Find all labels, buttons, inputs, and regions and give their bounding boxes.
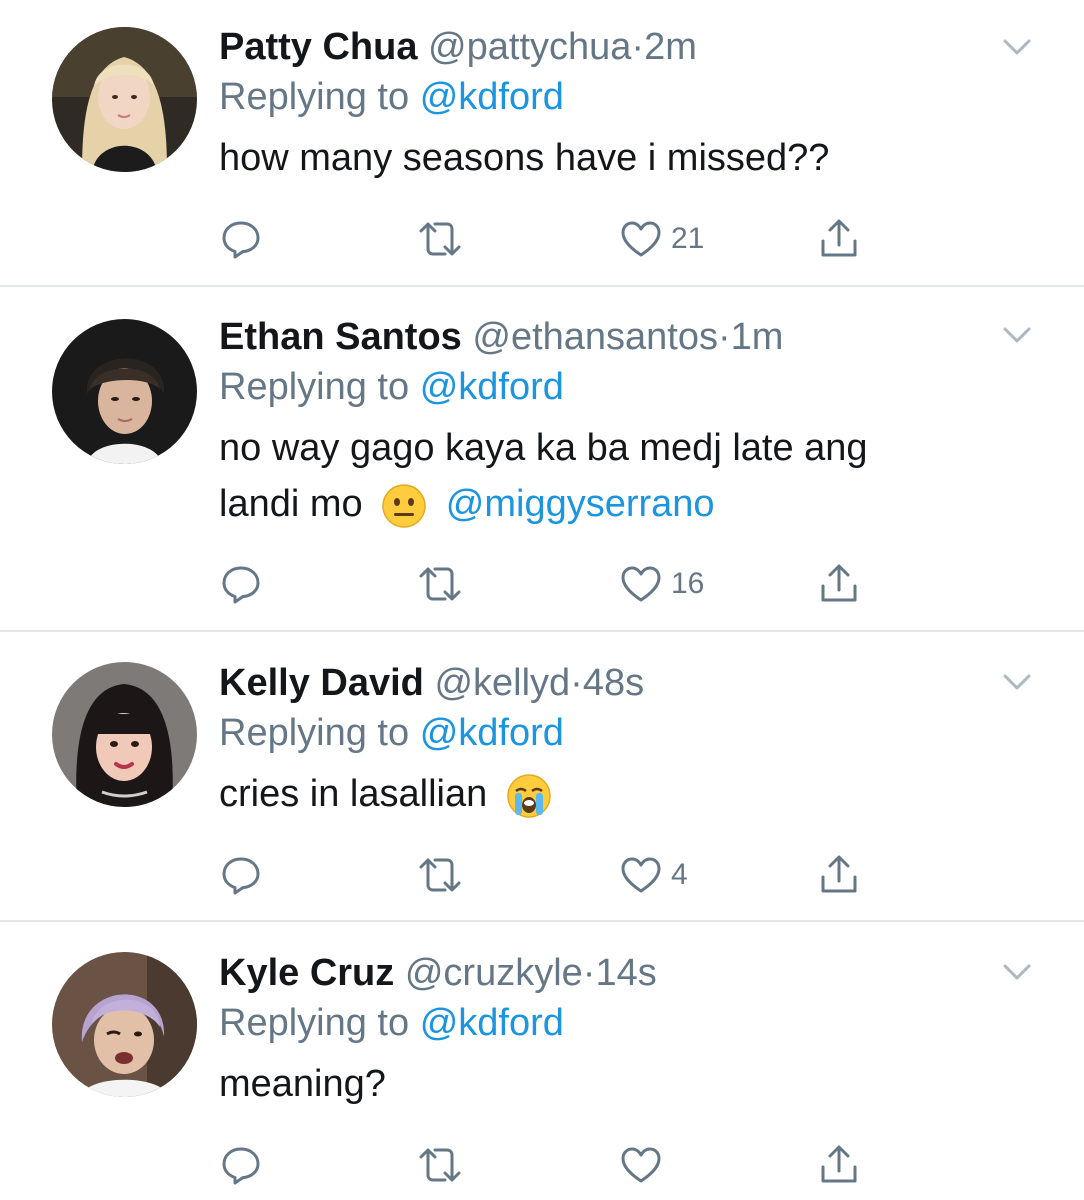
reply-tweet[interactable]: Ethan Santos @ethansantos·1m Replying to… [0,287,1084,632]
share-button[interactable] [817,1143,861,1187]
timestamp[interactable]: 1m [731,316,784,358]
display-name[interactable]: Kelly David [219,662,424,704]
share-button[interactable] [817,853,861,897]
timestamp[interactable]: 14s [595,952,656,994]
separator-dot: · [631,26,645,68]
retweet-icon [415,217,465,261]
reply-button[interactable] [219,562,263,606]
tweet-header: Patty Chua @pattychua·2m [219,24,1004,70]
tweet-text: meaning? [219,1063,386,1105]
heart-icon [619,853,663,897]
share-button[interactable] [817,217,861,261]
avatar[interactable] [52,27,197,172]
replying-to-mention[interactable]: @kdford [420,366,564,408]
like-count: 16 [671,567,705,600]
chevron-down-icon[interactable] [1002,325,1032,345]
reply-icon [219,217,263,261]
tweet-actions [219,1143,879,1187]
heart-icon [619,217,663,261]
share-icon [817,853,861,897]
avatar[interactable] [52,319,197,464]
replying-to-mention[interactable]: @kdford [420,1002,564,1044]
like-button[interactable]: 21 [619,217,704,261]
user-handle[interactable]: @cruzkyle [405,952,583,994]
like-count: 4 [671,858,688,891]
avatar[interactable] [52,662,197,807]
like-button[interactable]: 4 [619,853,688,897]
heart-icon [619,562,663,606]
tweet-header: Kyle Cruz @cruzkyle·14s [219,950,1004,996]
user-handle[interactable]: @kellyd [434,662,570,704]
tweet-text: cries in lasallian [219,766,1004,822]
replying-to-label: Replying to [219,712,410,754]
replying-to-mention[interactable]: @kdford [420,76,564,118]
like-button[interactable]: 16 [619,562,704,606]
reply-icon [219,562,263,606]
tweet-actions: 16 [219,562,879,606]
share-button[interactable] [817,562,861,606]
tweet-text-fragment: cries in lasallian [219,773,488,815]
user-handle[interactable]: @ethansantos [472,316,718,358]
like-count: 21 [671,222,705,255]
separator-dot: · [718,316,731,358]
replying-to: Replying to @kdford [219,70,1004,124]
tweet-text-line: no way gago kaya ka ba medj late ang [219,427,868,469]
chevron-down-icon[interactable] [1002,672,1032,692]
replying-to: Replying to @kdford [219,996,1004,1050]
replying-to: Replying to @kdford [219,706,1004,760]
replying-to-label: Replying to [219,76,410,118]
reply-button[interactable] [219,1143,263,1187]
retweet-icon [415,853,465,897]
chevron-down-icon[interactable] [1002,37,1032,57]
replying-to: Replying to @kdford [219,360,1004,414]
retweet-button[interactable] [415,217,465,261]
reply-button[interactable] [219,217,263,261]
display-name[interactable]: Patty Chua [219,26,417,68]
tweet-text-line: landi mo @miggyserrano [219,476,1004,532]
reply-button[interactable] [219,853,263,897]
reply-tweet[interactable]: Kelly David @kellyd·48s Replying to @kdf… [0,632,1084,922]
replying-to-label: Replying to [219,366,410,408]
replying-to-label: Replying to [219,1002,410,1044]
retweet-button[interactable] [415,1143,465,1187]
neutral-face-emoji [381,483,427,529]
timestamp[interactable]: 48s [583,662,644,704]
replying-to-mention[interactable]: @kdford [420,712,564,754]
reply-tweet[interactable]: Kyle Cruz @cruzkyle·14s Replying to @kdf… [0,922,1084,1200]
tweet-text: how many seasons have i missed?? [219,137,830,179]
tweet-text-fragment: landi mo [219,483,363,525]
chevron-down-icon[interactable] [1002,962,1032,982]
like-button[interactable] [619,1143,671,1187]
retweet-icon [415,562,465,606]
tweet-header: Ethan Santos @ethansantos·1m [219,314,1004,360]
user-handle[interactable]: @pattychua [428,26,631,68]
mention-link[interactable]: @miggyserrano [446,483,715,525]
display-name[interactable]: Ethan Santos [219,316,462,358]
tweet-actions: 4 [219,853,879,897]
share-icon [817,1143,861,1187]
tweet-header: Kelly David @kellyd·48s [219,660,1004,706]
retweet-icon [415,1143,465,1187]
separator-dot: · [582,952,596,994]
share-icon [817,217,861,261]
share-icon [817,562,861,606]
loudly-crying-face-emoji [506,773,552,819]
separator-dot: · [570,662,583,704]
reply-tweet[interactable]: Patty Chua @pattychua·2m Replying to @kd… [0,0,1084,287]
reply-icon [219,853,263,897]
reply-icon [219,1143,263,1187]
timestamp[interactable]: 2m [644,26,697,68]
retweet-button[interactable] [415,853,465,897]
avatar[interactable] [52,952,197,1097]
tweet-actions: 21 [219,217,879,261]
heart-icon [619,1143,663,1187]
tweet-text: no way gago kaya ka ba medj late ang lan… [219,420,1004,532]
display-name[interactable]: Kyle Cruz [219,952,394,994]
retweet-button[interactable] [415,562,465,606]
